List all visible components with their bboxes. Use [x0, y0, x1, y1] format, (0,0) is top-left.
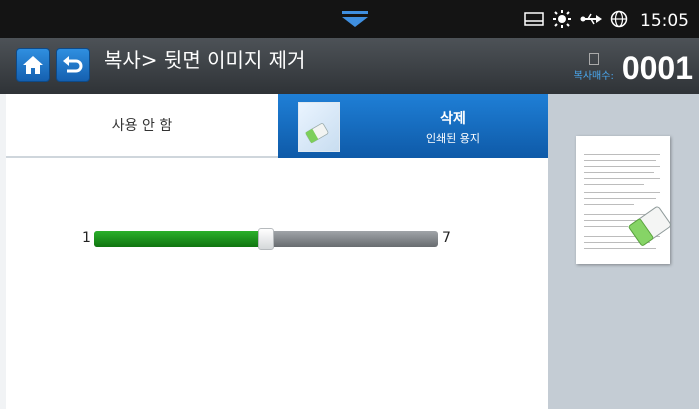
slider-max-label: 7 — [442, 230, 451, 246]
page-title: 복사> 뒷면 이미지 제거 — [104, 48, 306, 72]
usb-icon — [580, 12, 602, 30]
clock: 15:05 — [640, 11, 689, 31]
status-bar: 15:05 — [0, 0, 699, 38]
tab-off-label: 사용 안 함 — [111, 118, 173, 134]
copy-count-value: 0001 — [621, 50, 693, 86]
slider-handle[interactable] — [258, 228, 274, 250]
message-icon — [524, 12, 544, 30]
level-panel: 1 7 — [6, 158, 548, 409]
copy-counter: 복사매수: 0001 — [574, 44, 693, 88]
level-slider[interactable] — [94, 228, 438, 250]
slider-fill — [94, 231, 264, 247]
network-icon — [610, 10, 628, 32]
slider-min-label: 1 — [82, 230, 91, 246]
copy-count-label: 복사매수: — [573, 71, 614, 82]
tab-erase-label: 삭제 — [440, 111, 466, 127]
home-button[interactable] — [16, 48, 50, 82]
header-bar: 복사> 뒷면 이미지 제거 복사매수: 0001 — [0, 38, 699, 94]
tab-erase[interactable]: 삭제 인쇄된 용지 — [278, 94, 548, 158]
pull-down-icon[interactable] — [342, 11, 368, 31]
option-tabs: 사용 안 함 삭제 인쇄된 용지 — [6, 94, 548, 158]
tab-erase-sublabel: 인쇄된 용지 — [425, 132, 481, 145]
erase-thumbnail-icon — [298, 102, 340, 152]
back-button[interactable] — [56, 48, 90, 82]
home-icon — [23, 56, 43, 74]
preview-panel — [548, 94, 699, 409]
back-arrow-icon — [63, 56, 83, 73]
preview-page — [576, 136, 671, 264]
tab-off[interactable]: 사용 안 함 — [6, 94, 278, 158]
eraser-icon — [628, 206, 671, 246]
toner-icon — [552, 9, 572, 33]
counter-grid-icon — [588, 53, 599, 65]
